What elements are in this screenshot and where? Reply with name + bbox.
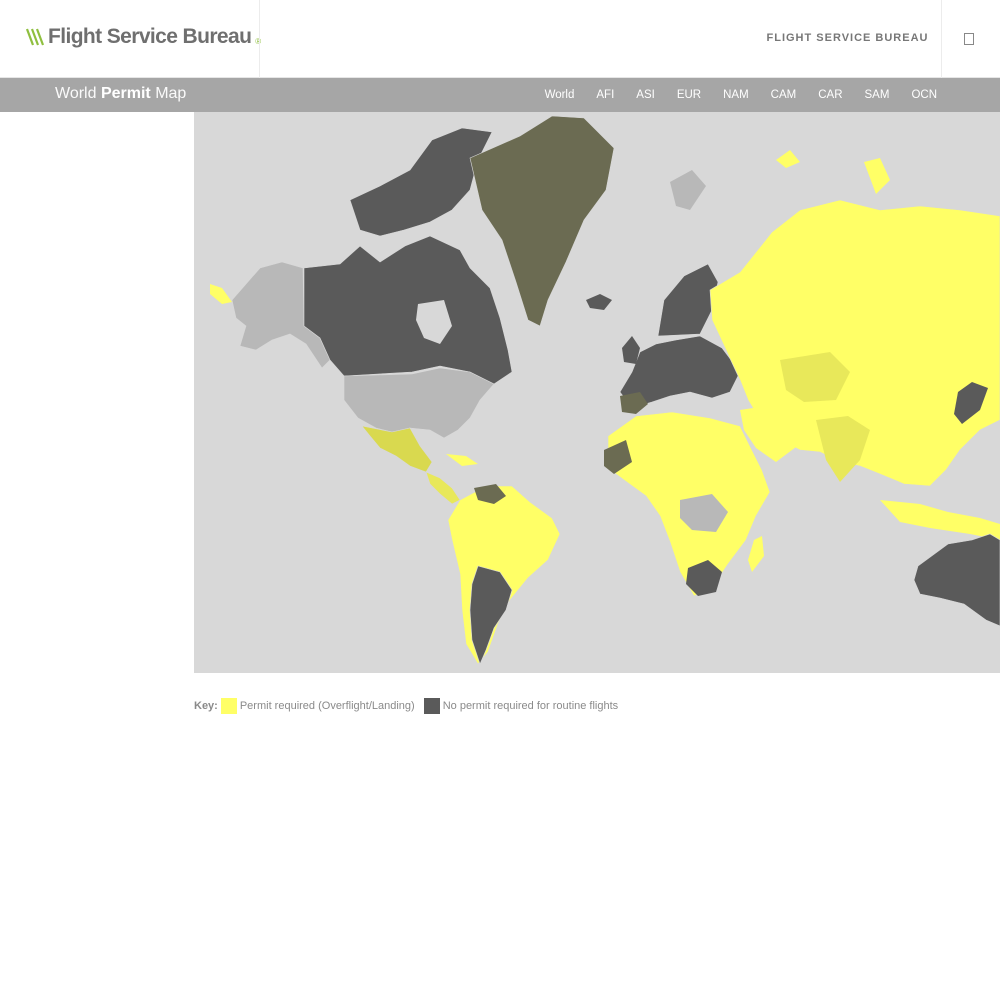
map-svg[interactable]	[194, 112, 1000, 673]
brand-nav-link[interactable]: FLIGHT SERVICE BUREAU	[760, 32, 935, 44]
logo-link[interactable]: Flight Service Bureau ®	[26, 24, 261, 50]
menu-icon[interactable]	[962, 32, 976, 46]
region-link-nam[interactable]: NAM	[723, 89, 749, 101]
region-india[interactable]	[816, 416, 870, 482]
region-link-eur[interactable]: EUR	[677, 89, 701, 101]
region-svalbard[interactable]	[670, 170, 706, 210]
region-madagascar[interactable]	[748, 536, 764, 572]
menu-glyph-icon	[964, 33, 974, 45]
region-link-ocn[interactable]: OCN	[911, 89, 937, 101]
key-item-no-permit: No permit required for routine flights	[423, 698, 619, 714]
region-nav: World AFI ASI EUR NAM CAM CAR SAM OCN	[523, 78, 937, 112]
region-link-car[interactable]: CAR	[818, 89, 842, 101]
logo-stripes-icon	[26, 28, 45, 46]
page-title: World Permit Map	[55, 85, 186, 103]
key-text-permit: Permit required (Overflight/Landing)	[239, 700, 415, 712]
region-chukotka-tip[interactable]	[210, 284, 232, 304]
region-argentina[interactable]	[469, 565, 513, 665]
region-central-america[interactable]	[425, 471, 461, 505]
key-label: Key:	[194, 700, 218, 712]
region-arctic-yellow[interactable]	[776, 150, 800, 168]
region-south-america[interactable]	[447, 485, 561, 665]
region-caribbean[interactable]	[446, 454, 478, 466]
key-text-no-permit: No permit required for routine flights	[442, 700, 619, 712]
title-world: World	[55, 85, 97, 102]
region-link-sam[interactable]: SAM	[865, 89, 890, 101]
region-link-cam[interactable]: CAM	[771, 89, 797, 101]
site-header: Flight Service Bureau ® FLIGHT SERVICE B…	[0, 0, 1000, 78]
map-key: Key: Permit required (Overflight/Landing…	[194, 697, 627, 715]
region-scandinavia[interactable]	[657, 263, 719, 337]
region-se-asia-islands[interactable]	[880, 500, 1000, 540]
region-arctic-yellow-2[interactable]	[864, 158, 890, 194]
region-link-world[interactable]: World	[545, 89, 575, 101]
region-arctic-islands[interactable]	[349, 127, 493, 237]
key-item-permit: Permit required (Overflight/Landing)	[220, 698, 415, 714]
swatch-permit	[220, 698, 237, 714]
title-map: Map	[155, 85, 187, 102]
region-link-asi[interactable]: ASI	[636, 89, 655, 101]
logo-text: Flight Service Bureau	[48, 25, 252, 48]
header-divider	[259, 0, 260, 78]
world-permit-map[interactable]	[194, 112, 1000, 673]
region-link-afi[interactable]: AFI	[596, 89, 614, 101]
header-divider	[941, 0, 942, 78]
title-permit: Permit	[100, 85, 151, 102]
swatch-no-permit	[423, 698, 440, 714]
region-canada[interactable]	[303, 235, 513, 385]
region-australia[interactable]	[913, 533, 1000, 627]
map-title-bar: World Permit Map World AFI ASI EUR NAM C…	[0, 78, 1000, 112]
region-iceland[interactable]	[586, 294, 612, 310]
region-mexico[interactable]	[361, 425, 433, 473]
